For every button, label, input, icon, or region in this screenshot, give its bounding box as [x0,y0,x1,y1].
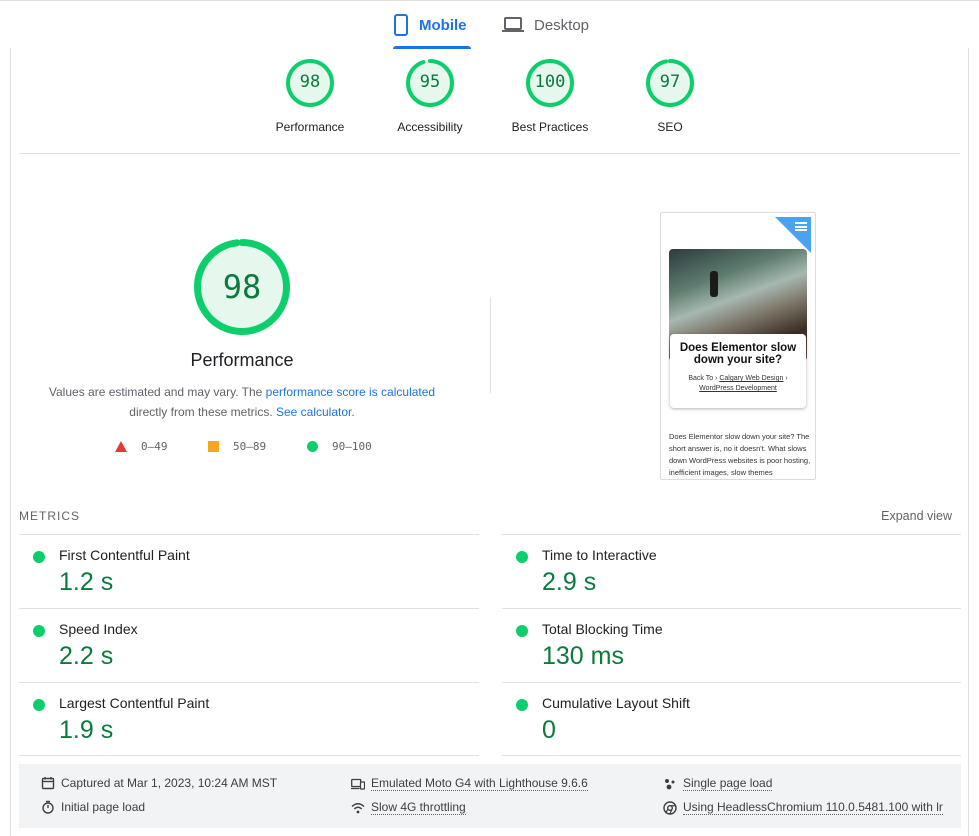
network-throttling[interactable]: Slow 4G throttling [351,800,466,815]
metric-value: 1.9 s [59,716,114,744]
legend-good: 90–100 [307,440,372,453]
throttling-text: Slow 4G throttling [371,800,466,815]
device-tabs: Mobile Desktop [0,0,979,49]
dots-cluster-icon [665,778,675,789]
good-circle-icon [516,551,528,563]
card-title: Does Elementor slow down your site? [679,342,797,366]
good-circle-icon [516,699,528,711]
good-circle-icon [33,625,45,637]
metric-value: 0 [542,716,556,744]
breadcrumb-link: Calgary Web Design [719,375,784,382]
smartphone-icon [394,14,408,36]
tab-mobile-label: Mobile [419,16,467,34]
score-value: 97 [659,72,681,92]
score-value: 95 [419,72,441,92]
stopwatch-icon [42,800,54,814]
category-scores: 98 Performance 95 Accessibility 100 Best… [0,58,979,154]
performance-description: Values are estimated and may vary. The p… [30,382,454,422]
metric-name: First Contentful Paint [59,547,190,563]
metric-value: 2.2 s [59,642,114,670]
good-circle-icon [33,699,45,711]
performance-title: Performance [190,350,294,370]
metric-largest-contentful-paint: Largest Contentful Paint 1.9 s [19,682,479,756]
desc-text: . [351,405,355,419]
breadcrumb-text: › [783,375,788,382]
good-circle-icon [516,625,528,637]
score-value: 98 [299,72,321,92]
chrome-icon [663,800,677,815]
devices-icon [351,778,365,790]
initial-load: Initial page load [41,800,145,814]
expand-view-button[interactable]: Expand view [881,509,952,523]
tab-desktop[interactable]: Desktop [502,1,589,49]
metrics-heading: METRICS [19,509,80,523]
desc-text: directly from these metrics. [129,405,276,419]
tab-mobile[interactable]: Mobile [393,1,470,49]
legend-poor: 0–49 [115,440,168,453]
body-text: Does Elementor slow down your site? The … [669,432,811,477]
metric-name: Time to Interactive [542,547,657,563]
tab-desktop-label: Desktop [534,16,590,34]
metric-value: 130 ms [542,642,624,670]
gauge-accessibility[interactable]: 95 Accessibility [370,58,490,134]
divider [19,153,960,154]
triangle-icon [115,441,127,452]
metric-speed-index: Speed Index 2.2 s [19,608,479,682]
score-legend: 0–49 50–89 90–100 [0,440,484,458]
browser-text: Using HeadlessChromium 110.0.5481.100 wi… [683,800,943,815]
score-label: Best Practices [511,120,589,134]
vertical-divider [490,297,491,393]
runtime-settings: Captured at Mar 1, 2023, 10:24 AM MST In… [19,764,961,828]
final-screenshot[interactable]: Does Elementor slow down your site? Back… [660,212,816,480]
metric-name: Total Blocking Time [542,621,663,637]
gauge-seo[interactable]: 97 SEO [610,58,730,134]
legend-label: 0–49 [141,440,168,453]
legend-label: 50–89 [233,440,267,453]
score-calculated-link[interactable]: performance score is calculated [266,385,435,399]
legend-label: 90–100 [332,440,372,453]
desc-text: Values are estimated and may vary. The [48,385,266,399]
metric-name: Cumulative Layout Shift [542,695,690,711]
card-breadcrumb: Back To › Calgary Web Design › WordPress… [670,374,806,394]
legend-average: 50–89 [208,440,266,453]
metric-name: Largest Contentful Paint [59,695,210,711]
metric-value: 1.2 s [59,568,114,596]
hero-card: Does Elementor slow down your site? Back… [670,334,806,408]
metric-time-to-interactive: Time to Interactive 2.9 s [502,534,961,608]
metric-first-contentful-paint: First Contentful Paint 1.2 s [19,534,479,608]
gauge-best-practices[interactable]: 100 Best Practices [490,58,610,134]
emulated-device[interactable]: Emulated Moto G4 with Lighthouse 9.6.6 [351,776,588,791]
performance-gauge: 98 [193,238,291,336]
performance-score: 98 [222,268,262,306]
captured-text: Captured at Mar 1, 2023, 10:24 AM MST [61,776,278,790]
metric-cumulative-layout-shift: Cumulative Layout Shift 0 [502,682,961,756]
circle-icon [307,441,318,452]
single-page-load[interactable]: Single page load [663,776,773,791]
good-circle-icon [33,551,45,563]
gauge-performance[interactable]: 98 Performance [250,58,370,134]
captured-at: Captured at Mar 1, 2023, 10:24 AM MST [41,776,277,790]
browser-version[interactable]: Using HeadlessChromium 110.0.5481.100 wi… [663,800,943,815]
metric-total-blocking-time: Total Blocking Time 130 ms [502,608,961,682]
score-value: 100 [534,72,566,92]
emulated-text: Emulated Moto G4 with Lighthouse 9.6.6 [371,776,588,791]
microphone-image [710,271,718,297]
single-load-text: Single page load [683,776,773,791]
metric-name: Speed Index [59,621,138,637]
breadcrumb-text: Back To › [688,375,720,382]
square-icon [208,441,219,452]
wifi-icon [351,802,365,813]
calendar-icon [41,777,55,790]
initial-load-text: Initial page load [61,800,146,814]
hamburger-menu-icon [795,222,807,231]
score-label: Performance [275,120,345,134]
metric-value: 2.9 s [542,568,597,596]
breadcrumb-link: WordPress Development [699,385,777,392]
score-label: SEO [657,120,683,134]
laptop-icon [502,17,524,32]
score-label: Accessibility [397,120,463,134]
see-calculator-link[interactable]: See calculator [276,405,351,419]
